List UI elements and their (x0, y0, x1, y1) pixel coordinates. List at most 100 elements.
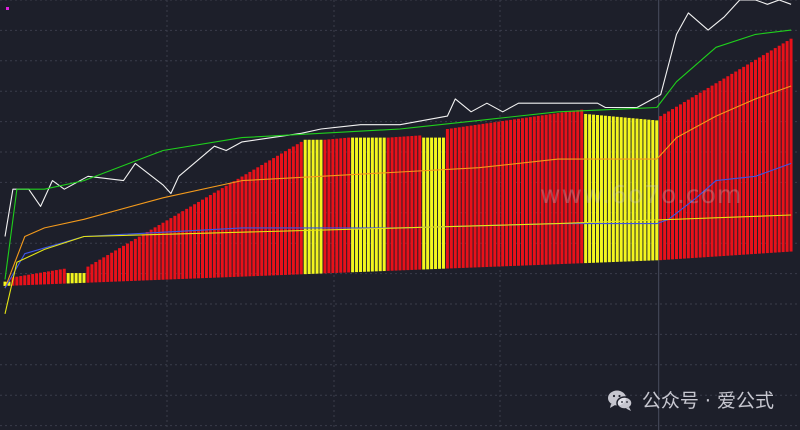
bar-flat (441, 137, 445, 269)
bar-up (189, 206, 193, 279)
bar-up (102, 257, 106, 283)
bar-up (493, 122, 497, 267)
bar-up (204, 197, 208, 279)
bar-up (240, 176, 244, 277)
bar-up (260, 164, 264, 276)
bar-up (173, 215, 177, 280)
bar-up (252, 169, 256, 277)
account-watermark: 公众号 · 爱公式 (606, 386, 774, 413)
bar-up (746, 64, 750, 255)
bar-up (785, 41, 789, 252)
bar-up (414, 135, 418, 270)
bar-up (106, 255, 110, 282)
bar-up (509, 119, 513, 267)
bar-up (726, 76, 730, 256)
bar-up (513, 119, 517, 266)
bar-up (386, 137, 390, 271)
bar-up (331, 139, 335, 274)
site-watermark: www.6o7o.com (540, 180, 743, 209)
bar-flat (303, 139, 307, 275)
bar-up (141, 234, 145, 281)
bar-up (765, 52, 769, 254)
bar-flat (366, 137, 370, 272)
bar-up (730, 73, 734, 256)
bar-up (46, 271, 50, 285)
bar-flat (382, 137, 386, 272)
indicator-chart (0, 0, 800, 430)
bar-up (489, 122, 493, 267)
bar-up (161, 222, 165, 280)
bar-flat (374, 137, 378, 272)
bar-up (323, 139, 327, 274)
bar-up (402, 136, 406, 271)
bar-up (86, 266, 90, 283)
bar-up (757, 57, 761, 254)
bar-up (777, 45, 781, 253)
bar-up (469, 125, 473, 268)
bar-up (157, 225, 161, 280)
bar-flat (426, 137, 430, 270)
bar-flat (74, 273, 78, 284)
bar-flat (351, 137, 355, 273)
bar-up (769, 50, 773, 253)
bar-up (114, 250, 118, 282)
bar-up (750, 62, 754, 255)
bar-up (485, 123, 489, 267)
bar-up (497, 121, 501, 267)
bar-up (149, 229, 153, 281)
bar-up (19, 276, 23, 286)
bar-up (62, 268, 66, 284)
bar-up (181, 211, 185, 279)
bar-up (517, 118, 520, 266)
bar-up (761, 55, 765, 254)
bar-up (702, 90, 706, 258)
bar-up (137, 236, 141, 281)
bar-up (686, 99, 690, 259)
bar-up (706, 87, 710, 258)
bar-flat (70, 273, 74, 284)
bar-flat (78, 273, 82, 283)
bar-flat (430, 137, 434, 270)
bar-up (54, 270, 58, 284)
corner-marker (6, 7, 9, 10)
bar-up (694, 94, 698, 258)
bar-up (335, 138, 339, 273)
bar-flat (434, 137, 438, 270)
bar-up (125, 243, 129, 282)
bar-up (698, 92, 702, 258)
bar-up (461, 126, 465, 268)
bar-up (133, 238, 137, 281)
bar-up (718, 80, 722, 257)
account-name: 公众号 · 爱公式 (641, 390, 774, 412)
bar-up (39, 272, 43, 285)
bar-up (505, 120, 509, 267)
bar-up (58, 269, 62, 284)
bar-up (418, 135, 422, 270)
bar-up (43, 272, 46, 285)
bar-up (520, 118, 524, 266)
bar-up (268, 160, 272, 276)
bar-up (690, 97, 694, 259)
bar-flat (359, 137, 362, 272)
bar-up (256, 167, 260, 276)
bar-up (445, 129, 449, 269)
bar-up (216, 190, 220, 278)
bar-up (449, 128, 453, 269)
bar-up (789, 38, 793, 252)
bar-up (208, 195, 212, 278)
bar-up (185, 208, 189, 279)
bar-up (722, 78, 726, 256)
bar-flat (307, 139, 311, 274)
bar-up (394, 137, 398, 271)
bar-up (23, 275, 27, 286)
bar-flat (319, 139, 323, 274)
bar-up (457, 127, 461, 269)
bar-up (287, 148, 291, 275)
bar-up (295, 144, 299, 275)
bar-up (406, 136, 410, 271)
bar-up (734, 71, 738, 256)
bar-up (224, 185, 228, 278)
bar-up (347, 137, 351, 273)
bar-up (410, 135, 414, 270)
bar-up (153, 227, 157, 281)
